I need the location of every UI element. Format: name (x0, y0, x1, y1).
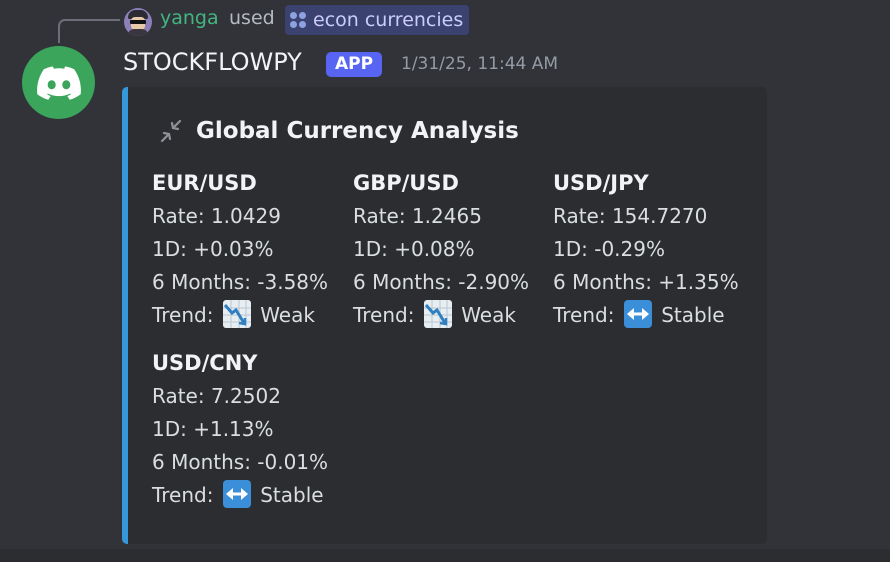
reply-connector (58, 19, 120, 43)
field-rate: Rate: 1.0429 (152, 204, 281, 228)
field-rate: Rate: 154.7270 (553, 204, 708, 228)
app-badge: APP (326, 52, 383, 77)
field-name: EUR/USD (152, 171, 257, 195)
left-right-arrow-icon (222, 480, 251, 508)
discord-logo-icon (36, 65, 81, 100)
field-gbp-usd: GBP/USD Rate: 1.2465 1D: +0.08% 6 Months… (353, 167, 529, 332)
bot-avatar[interactable] (22, 46, 95, 119)
field-name: USD/CNY (152, 351, 258, 375)
field-usd-jpy: USD/JPY Rate: 154.7270 1D: -0.29% 6 Mont… (553, 167, 739, 332)
left-right-arrow-icon (623, 300, 652, 328)
field-1d-change: 1D: +1.13% (152, 417, 274, 441)
field-name: GBP/USD (353, 171, 459, 195)
field-trend: Trend: Stable (152, 479, 328, 512)
field-trend: Trend: Weak (353, 299, 529, 332)
message-timestamp[interactable]: 1/31/25, 11:44 AM (401, 54, 558, 74)
field-usd-cny: USD/CNY Rate: 7.2502 1D: +1.13% 6 Months… (152, 347, 328, 512)
command-name: econ currencies (313, 9, 464, 31)
field-eur-usd: EUR/USD Rate: 1.0429 1D: +0.03% 6 Months… (152, 167, 328, 332)
message-divider (0, 549, 890, 562)
reply-used-text: used (229, 7, 275, 29)
field-6m-change: 6 Months: -3.58% (152, 270, 329, 294)
chart-decreasing-icon (222, 300, 251, 328)
field-trend: Trend: Stable (553, 299, 739, 332)
shrink-arrows-icon (160, 119, 182, 143)
embed-title: Global Currency Analysis (158, 118, 519, 144)
field-6m-change: 6 Months: -0.01% (152, 450, 329, 474)
field-rate: Rate: 1.2465 (353, 204, 482, 228)
reply-user-avatar[interactable] (124, 8, 152, 36)
field-1d-change: 1D: +0.03% (152, 237, 274, 261)
field-1d-change: 1D: +0.08% (353, 237, 475, 261)
bot-name[interactable]: STOCKFLOWPY (123, 48, 302, 76)
field-name: USD/JPY (553, 171, 649, 195)
embed-card: Global Currency Analysis EUR/USD Rate: 1… (122, 87, 767, 544)
field-trend: Trend: Weak (152, 299, 328, 332)
command-icon (289, 11, 307, 29)
embed-title-text: Global Currency Analysis (196, 118, 519, 144)
field-1d-change: 1D: -0.29% (553, 237, 665, 261)
chart-decreasing-icon (423, 300, 452, 328)
field-6m-change: 6 Months: +1.35% (553, 270, 739, 294)
reply-username[interactable]: yanga (160, 7, 219, 29)
field-rate: Rate: 7.2502 (152, 384, 281, 408)
slash-command-chip[interactable]: econ currencies (285, 5, 470, 35)
field-6m-change: 6 Months: -2.90% (353, 270, 530, 294)
